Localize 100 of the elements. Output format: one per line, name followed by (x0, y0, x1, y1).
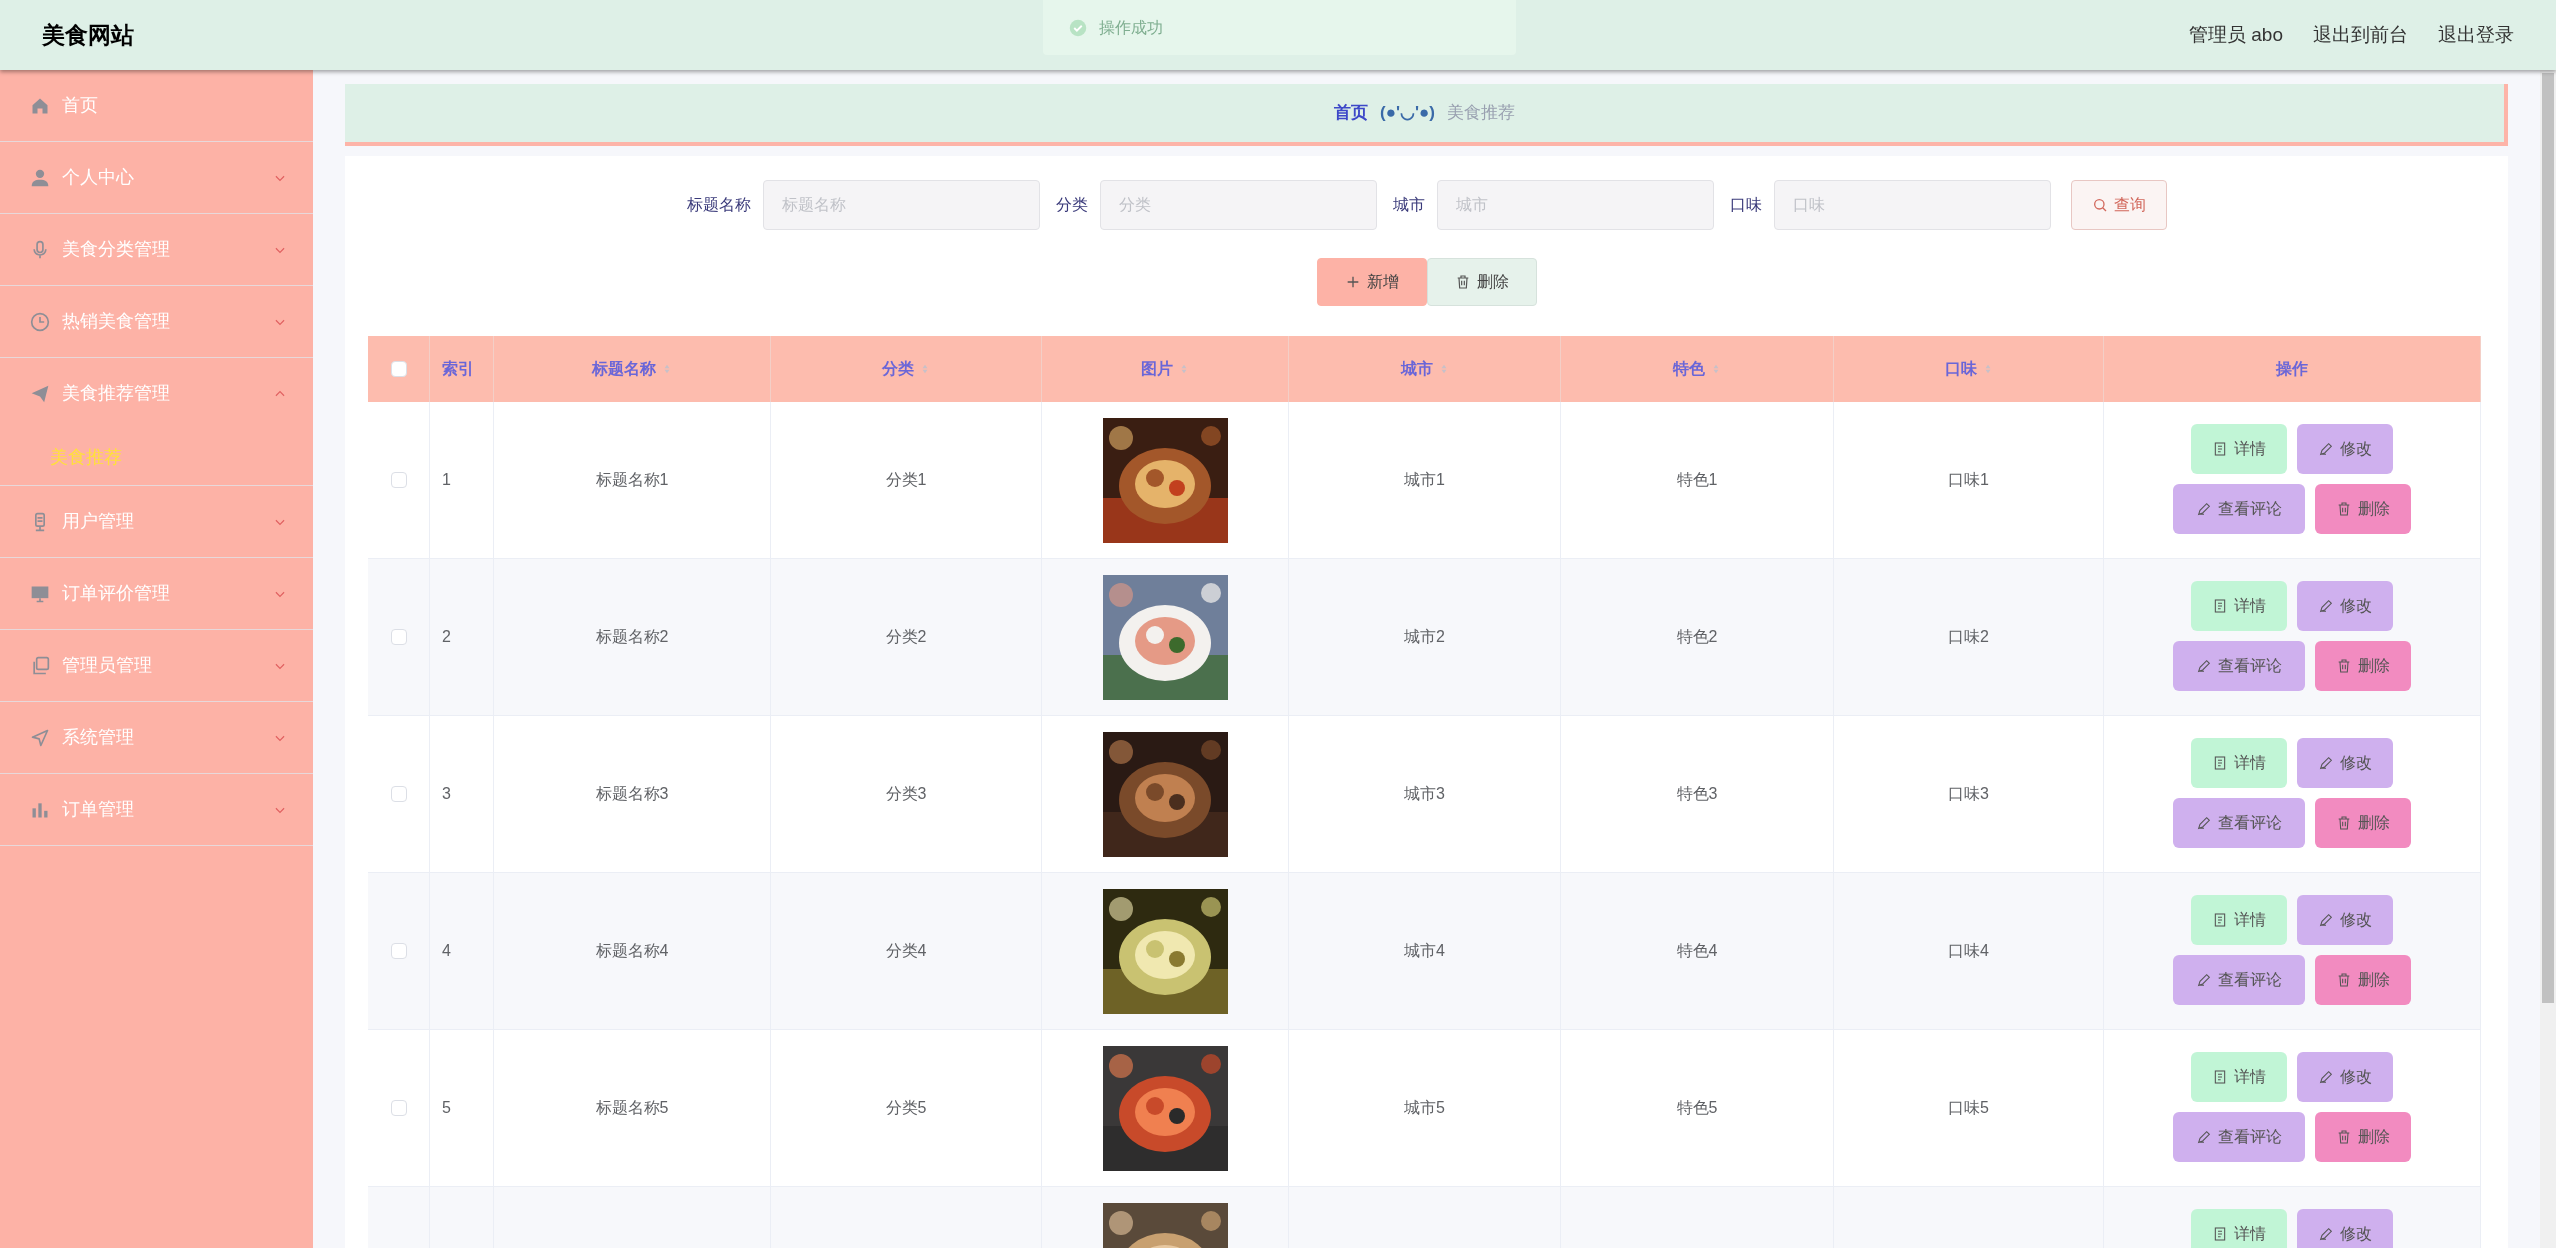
breadcrumb-separator: (●'◡'●) (1380, 102, 1435, 125)
menu-item[interactable]: 首页 (0, 70, 313, 141)
table-cell-text: 特色3 (1676, 784, 1718, 804)
document-icon (2212, 598, 2228, 614)
edit-button[interactable]: 修改 (2297, 1209, 2393, 1248)
column-header[interactable]: 索引 (442, 357, 474, 381)
field-label: 分类 (1055, 195, 1088, 215)
pencil-icon (2318, 755, 2334, 771)
field-label: 城市 (1392, 195, 1425, 215)
trash-icon (2336, 501, 2352, 517)
pencil-icon (2196, 1129, 2212, 1145)
scrollbar[interactable] (2540, 70, 2556, 1248)
table-cell-text: 特色2 (1676, 627, 1718, 647)
detail-button[interactable]: 详情 (2191, 424, 2287, 474)
navigation-icon (30, 727, 50, 748)
table-cell-text: 4 (442, 941, 451, 961)
comments-button[interactable]: 查看评论 (2173, 1112, 2305, 1162)
delete-button[interactable]: 删除 (2315, 1112, 2411, 1162)
paper-plane-icon (30, 383, 50, 404)
comments-button[interactable]: 查看评论 (2173, 798, 2305, 848)
search-icon (2091, 197, 2108, 213)
column-header[interactable]: 操作 (2276, 357, 2308, 381)
menu-item[interactable]: 个人中心 (0, 142, 313, 213)
copy-icon (30, 655, 50, 676)
scrollbar-thumb[interactable] (2542, 73, 2554, 1003)
menu-item[interactable]: 管理员管理 (0, 630, 313, 701)
pencil-icon (2318, 1226, 2334, 1242)
table-cell-text: 3 (442, 784, 451, 804)
header-link[interactable]: 退出到前台 (2313, 20, 2408, 50)
add-button[interactable]: 新增 (1316, 258, 1427, 306)
column-header[interactable]: 城市 (1400, 357, 1449, 381)
edit-button[interactable]: 修改 (2297, 1052, 2393, 1102)
table-cell-text: 城市1 (1404, 470, 1445, 490)
table-cell-text: 标题名称2 (595, 627, 669, 647)
detail-button[interactable]: 详情 (2191, 738, 2287, 788)
detail-button[interactable]: 详情 (2191, 1052, 2287, 1102)
table-cell-text: 标题名称5 (595, 1098, 669, 1118)
breadcrumb-link[interactable]: 首页 (1334, 100, 1368, 126)
toast-message: 操作成功 (1099, 17, 1163, 38)
document-icon (2212, 1226, 2228, 1242)
edit-button[interactable]: 修改 (2297, 895, 2393, 945)
user-icon (30, 167, 50, 188)
table-cell-text: 分类3 (885, 784, 927, 804)
checkbox[interactable] (390, 1100, 407, 1116)
pencil-icon (2196, 658, 2212, 674)
menu-item[interactable]: 用户管理 (0, 486, 313, 557)
checkbox[interactable] (390, 361, 407, 377)
column-header[interactable]: 标题名称 (592, 357, 672, 381)
document-icon (2212, 1069, 2228, 1085)
detail-button[interactable]: 详情 (2191, 895, 2287, 945)
pencil-icon (2318, 912, 2334, 928)
table-cell-text: 分类2 (885, 627, 927, 647)
menu-item[interactable]: 系统管理 (0, 702, 313, 773)
checkbox[interactable] (390, 786, 407, 802)
detail-button[interactable]: 详情 (2191, 1209, 2287, 1248)
menu-item[interactable]: 美食推荐管理 (0, 358, 313, 429)
pencil-icon (2318, 598, 2334, 614)
pencil-icon (2318, 441, 2334, 457)
table-cell-text: 口味4 (1948, 941, 1989, 961)
menu-item[interactable]: 美食分类管理 (0, 214, 313, 285)
delete-button[interactable]: 删除 (2315, 955, 2411, 1005)
table-cell-text: 特色4 (1676, 941, 1718, 961)
menu-item[interactable]: 订单评价管理 (0, 558, 313, 629)
comments-button[interactable]: 查看评论 (2173, 641, 2305, 691)
table-cell-text: 口味1 (1948, 470, 1989, 490)
comments-button[interactable]: 查看评论 (2173, 955, 2305, 1005)
document-icon (2212, 441, 2228, 457)
comments-button[interactable]: 查看评论 (2173, 484, 2305, 534)
search-button[interactable]: 查询 (2070, 180, 2167, 230)
column-header[interactable]: 分类 (882, 357, 930, 381)
menu-item[interactable]: 订单管理 (0, 774, 313, 845)
column-header[interactable]: 口味 (1944, 357, 1993, 381)
table-cell-text: 分类1 (885, 470, 927, 490)
checkbox[interactable] (390, 629, 407, 645)
detail-button[interactable]: 详情 (2191, 581, 2287, 631)
table-cell-text: 分类4 (885, 941, 927, 961)
menu-item[interactable]: 热销美食管理 (0, 286, 313, 357)
table-cell-text: 1 (442, 470, 451, 490)
delete-button[interactable]: 删除 (1426, 258, 1537, 306)
clock-icon (30, 311, 50, 332)
column-header[interactable]: 特色 (1673, 357, 1721, 381)
edit-button[interactable]: 修改 (2297, 581, 2393, 631)
table-cell-text: 5 (442, 1098, 451, 1118)
column-header[interactable]: 图片 (1141, 357, 1189, 381)
table-cell-text: 特色1 (1676, 470, 1718, 490)
checkbox[interactable] (390, 472, 407, 488)
edit-button[interactable]: 修改 (2297, 424, 2393, 474)
delete-button[interactable]: 删除 (2315, 641, 2411, 691)
table-cell-text: 城市2 (1404, 627, 1445, 647)
delete-button[interactable]: 删除 (2315, 484, 2411, 534)
header-link[interactable]: 退出登录 (2438, 20, 2514, 50)
table-cell-text: 特色5 (1676, 1098, 1718, 1118)
edit-button[interactable]: 修改 (2297, 738, 2393, 788)
delete-button[interactable]: 删除 (2315, 798, 2411, 848)
table-cell-text: 城市4 (1404, 941, 1445, 961)
field-label: 标题名称 (686, 195, 751, 215)
table-cell-text: 口味2 (1948, 627, 1989, 647)
checkbox[interactable] (390, 943, 407, 959)
table-cell-text: 标题名称4 (595, 941, 669, 961)
document-icon (2212, 755, 2228, 771)
